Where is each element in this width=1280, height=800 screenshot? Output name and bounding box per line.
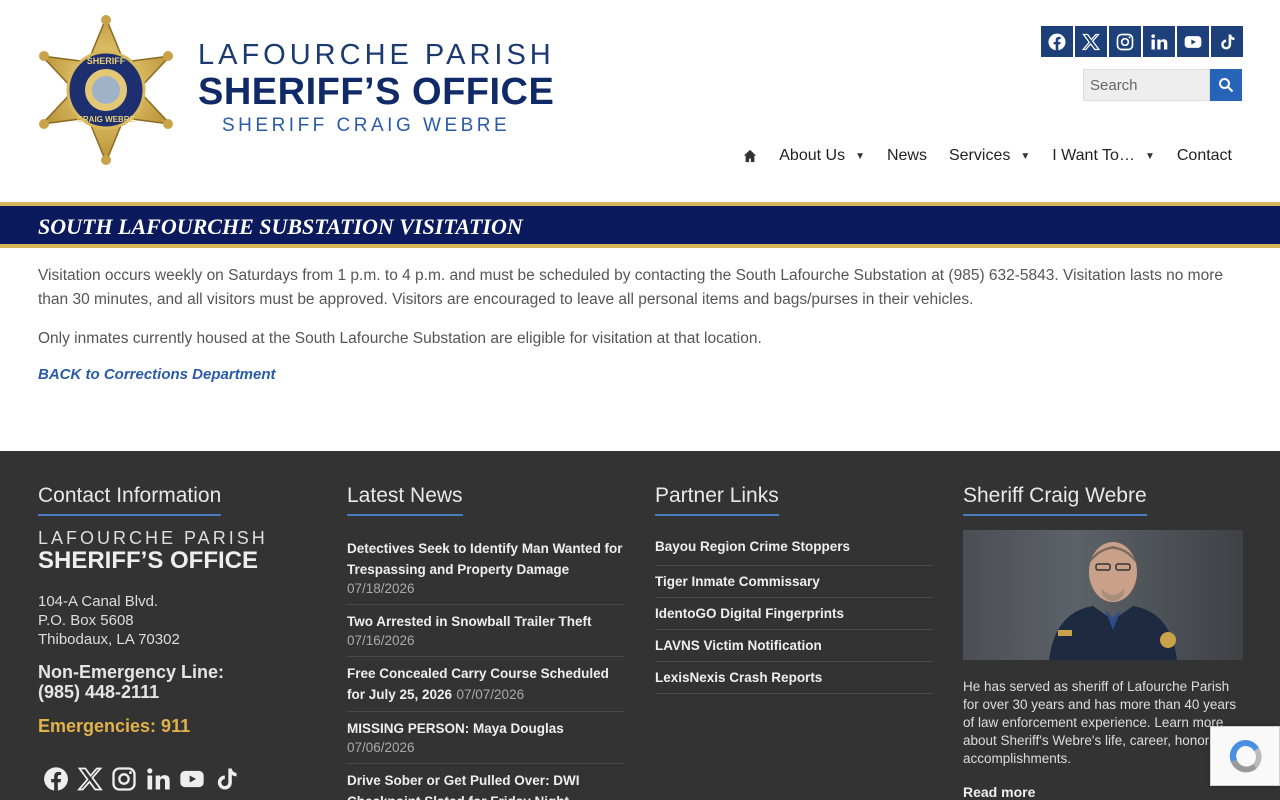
- sheriff-heading: Sheriff Craig Webre: [963, 484, 1147, 516]
- instagram-icon[interactable]: [1109, 26, 1141, 57]
- brand-office: SHERIFF’S OFFICE: [198, 71, 555, 113]
- news-date: 07/06/2026: [347, 740, 415, 755]
- footer-address: 104-A Canal Blvd. P.O. Box 5608 Thibodau…: [38, 592, 308, 649]
- address-line: P.O. Box 5608: [38, 612, 134, 629]
- news-item[interactable]: Two Arrested in Snowball Trailer Theft 0…: [347, 605, 625, 657]
- search-input[interactable]: [1083, 69, 1210, 101]
- news-item[interactable]: Detectives Seek to Identify Man Wanted f…: [347, 532, 625, 605]
- home-icon: [744, 149, 757, 163]
- x-icon[interactable]: [1075, 26, 1107, 57]
- non-emergency-phone[interactable]: Non-Emergency Line: (985) 448-2111: [38, 662, 308, 702]
- eligibility-paragraph: Only inmates currently housed at the Sou…: [38, 330, 762, 347]
- news-item[interactable]: MISSING PERSON: Maya Douglas 07/06/2026: [347, 712, 625, 764]
- partner-link[interactable]: LexisNexis Crash Reports: [655, 662, 933, 694]
- latest-news-heading: Latest News: [347, 484, 463, 516]
- partner-link[interactable]: LAVNS Victim Notification: [655, 630, 933, 662]
- badge-top-text: SHERIFF: [87, 56, 126, 66]
- brand-sheriff-name: SHERIFF CRAIG WEBRE: [222, 115, 511, 136]
- linkedin-icon[interactable]: [1143, 26, 1175, 57]
- youtube-icon[interactable]: [1177, 26, 1209, 57]
- nav-i-want-to-label: I Want To…: [1052, 147, 1135, 164]
- partner-link[interactable]: Tiger Inmate Commissary: [655, 566, 933, 598]
- back-to-corrections-link[interactable]: BACK to Corrections Department: [38, 366, 1242, 383]
- sheriff-photo: [963, 530, 1243, 660]
- sheriff-badge-logo[interactable]: SHERIFF CRAIG WEBRE: [38, 14, 174, 166]
- caret-down-icon: ▼: [855, 150, 865, 162]
- main-nav: About Us ▼ News Services ▼ I Want To… ▼ Con…: [721, 144, 1232, 168]
- news-date: 07/18/2026: [347, 581, 415, 596]
- nav-services[interactable]: Services ▼: [949, 147, 1030, 165]
- non-emergency-label: Non-Emergency Line:: [38, 662, 225, 682]
- search-button[interactable]: [1210, 69, 1242, 101]
- nav-news-label: News: [886, 147, 927, 164]
- caret-down-icon: ▼: [1020, 150, 1031, 162]
- news-title[interactable]: Drive Sober or Get Pulled Over: DWI Chec…: [347, 773, 580, 800]
- search-icon: [1219, 78, 1234, 93]
- brand-wordmark[interactable]: LAFOURCHE PARISH SHERIFF’S OFFICE SHERIF…: [198, 40, 555, 137]
- footer-social-links: [42, 765, 308, 793]
- footer-news-column: Latest News Detectives Seek to Identify …: [347, 484, 625, 800]
- footer-partner-links-column: Partner Links Bayou Region Crime Stopper…: [655, 484, 933, 694]
- nav-contact[interactable]: Contact: [1177, 147, 1232, 165]
- sheriff-bio: He has served as sheriff of Lafourche Pa…: [963, 679, 1243, 766]
- nav-contact-label: Contact: [1176, 147, 1232, 164]
- footer-logo[interactable]: LAFOURCHE PARISH SHERIFF’S OFFICE: [38, 528, 308, 574]
- header-social-links: [1041, 26, 1243, 57]
- partner-link[interactable]: Bayou Region Crime Stoppers: [655, 534, 933, 566]
- news-date: 07/16/2026: [347, 633, 415, 648]
- nav-about-us-label: About Us: [779, 147, 846, 164]
- partner-links-heading: Partner Links: [655, 484, 779, 516]
- news-title[interactable]: MISSING PERSON: Maya Douglas: [347, 721, 564, 736]
- search-form: [1083, 69, 1242, 101]
- facebook-icon[interactable]: [42, 765, 70, 793]
- instagram-icon[interactable]: [110, 765, 138, 793]
- footer-logo-line1: LAFOURCHE PARISH: [38, 528, 268, 548]
- facebook-icon[interactable]: [1041, 26, 1073, 57]
- tiktok-icon[interactable]: [1211, 26, 1243, 57]
- linkedin-icon[interactable]: [144, 765, 172, 793]
- site-footer: Contact Information LAFOURCHE PARISH SHE…: [0, 451, 1280, 800]
- partner-links-list: Bayou Region Crime Stoppers Tiger Inmate…: [655, 534, 933, 694]
- x-icon[interactable]: [76, 765, 104, 793]
- news-date: 07/07/2026: [456, 687, 525, 702]
- news-title[interactable]: Detectives Seek to Identify Man Wanted f…: [347, 541, 623, 577]
- footer-sheriff-column: Sheriff Craig Webre He has served as she…: [963, 484, 1243, 800]
- news-list: Detectives Seek to Identify Man Wanted f…: [347, 532, 625, 800]
- recaptcha-badge[interactable]: [1210, 726, 1280, 786]
- caret-down-icon: ▼: [1144, 150, 1155, 162]
- read-more-link[interactable]: Read more: [963, 784, 1243, 800]
- emergency-number[interactable]: Emergencies: 911: [38, 716, 308, 737]
- footer-logo-line2: SHERIFF’S OFFICE: [38, 547, 259, 574]
- partner-link[interactable]: IdentoGO Digital Fingerprints: [655, 598, 933, 630]
- main-content: Visitation occurs weekly on Saturdays fr…: [38, 264, 1242, 383]
- contact-heading: Contact Information: [38, 484, 222, 516]
- recaptcha-icon: [1229, 739, 1262, 773]
- address-line: Thibodaux, LA 70302: [38, 631, 180, 648]
- site-header: SHERIFF CRAIG WEBRE LAFOURCHE PARISH SHE…: [0, 0, 1280, 202]
- news-item[interactable]: Drive Sober or Get Pulled Over: DWI Chec…: [347, 764, 625, 800]
- tiktok-icon[interactable]: [212, 765, 240, 793]
- visitation-paragraph: Visitation occurs weekly on Saturdays fr…: [38, 267, 1223, 308]
- nav-home[interactable]: [743, 149, 757, 163]
- nav-about-us[interactable]: About Us ▼: [779, 147, 865, 165]
- page-title-bar: SOUTH LAFOURCHE SUBSTATION VISITATION: [0, 202, 1280, 248]
- badge-bottom-text: CRAIG WEBRE: [77, 115, 135, 124]
- address-line: 104-A Canal Blvd.: [38, 593, 159, 610]
- footer-contact-column: Contact Information LAFOURCHE PARISH SHE…: [38, 484, 308, 793]
- news-title[interactable]: Two Arrested in Snowball Trailer Theft: [347, 614, 592, 629]
- nav-i-want-to[interactable]: I Want To… ▼: [1052, 147, 1155, 165]
- nav-news[interactable]: News: [887, 147, 927, 165]
- youtube-icon[interactable]: [178, 765, 206, 793]
- non-emergency-number: (985) 448-2111: [38, 682, 160, 702]
- brand-parish: LAFOURCHE PARISH: [198, 39, 555, 71]
- nav-services-label: Services: [948, 147, 1011, 164]
- news-item[interactable]: Free Concealed Carry Course Scheduled fo…: [347, 657, 625, 712]
- page-title: SOUTH LAFOURCHE SUBSTATION VISITATION: [38, 214, 523, 239]
